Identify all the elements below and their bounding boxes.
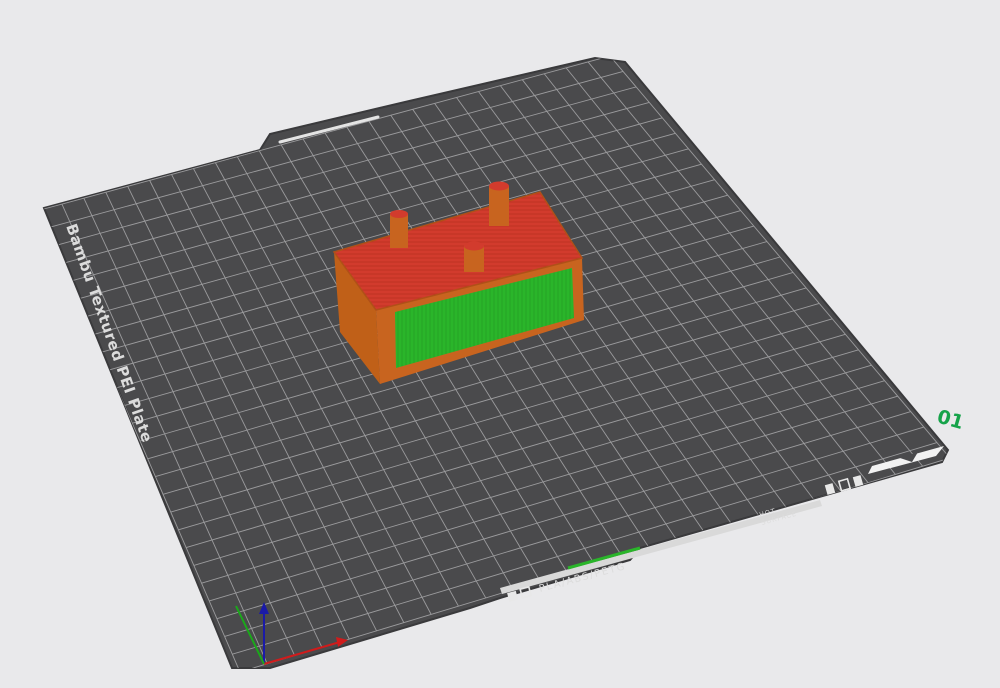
3d-viewport[interactable]: Bambu Textured PEI Plate 01 HOT SURFACE … bbox=[0, 0, 1000, 688]
model-peg bbox=[464, 241, 484, 272]
model-peg bbox=[390, 210, 408, 248]
model-peg bbox=[489, 181, 509, 226]
plate-number: 01 bbox=[935, 406, 966, 434]
